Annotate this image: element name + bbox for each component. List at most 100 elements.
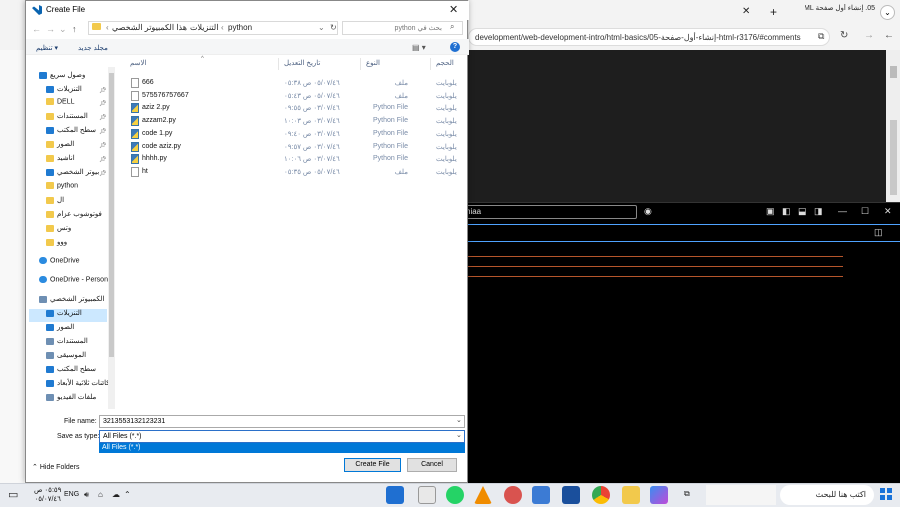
organize-button[interactable]: تنظيم ▾ bbox=[36, 44, 58, 52]
show-hidden-icons[interactable]: ⌃ bbox=[124, 490, 131, 499]
column-separator[interactable] bbox=[430, 58, 431, 70]
panel-left-icon[interactable]: ◧ bbox=[782, 206, 791, 217]
task-view-icon[interactable]: ⧉ bbox=[684, 489, 690, 499]
nav-item[interactable]: المستندات bbox=[29, 337, 107, 350]
up-arrow-icon[interactable]: ↑ bbox=[72, 24, 77, 34]
nav-item[interactable]: فوتوشوب عزام bbox=[29, 210, 107, 223]
breadcrumb-chevron-icon[interactable]: ‹ bbox=[106, 23, 109, 32]
file-row[interactable]: 666 ٠٥/٠٧/٤٦ ص ٠٥:٣٨ ملف يلوبايت bbox=[126, 77, 466, 89]
file-row[interactable]: code aziz.py ٠٣/٠٧/٤٦ ص ٠٩:٥٧ Python File ي… bbox=[126, 141, 466, 153]
nav-item[interactable]: سطح المكتب 📌︎ bbox=[29, 126, 107, 139]
column-separator[interactable] bbox=[360, 58, 361, 70]
layout-icon[interactable]: ▣ bbox=[766, 206, 775, 217]
language-indicator[interactable]: ENG bbox=[64, 491, 79, 498]
refresh-icon[interactable]: ↻ bbox=[330, 23, 337, 32]
nav-item[interactable]: الموسيقى bbox=[29, 351, 107, 364]
file-row[interactable]: azzam2.py ٠٣/٠٧/٤٦ ص ١٠:٠٣ Python File يلوب… bbox=[126, 115, 466, 127]
nav-item[interactable]: الكمبيوتر الشخصي bbox=[29, 295, 107, 308]
breadcrumb-chevron-icon[interactable]: ‹ bbox=[183, 23, 186, 32]
nav-item[interactable]: ال bbox=[29, 196, 107, 209]
copilot-taskbar-icon[interactable] bbox=[650, 486, 668, 504]
clock[interactable]: ٠٥:٥٩ ص ٠٥/٠٧/٤٦ bbox=[34, 486, 61, 504]
nav-item[interactable]: التنزيلات bbox=[29, 309, 107, 322]
panel-right-icon[interactable]: ◨ bbox=[814, 206, 823, 217]
dialog-titlebar[interactable] bbox=[26, 1, 469, 20]
breadcrumb-dropdown-icon[interactable]: ⌄ bbox=[318, 23, 325, 32]
nav-item[interactable]: اناشيد 📌︎ bbox=[29, 154, 107, 167]
nav-item[interactable]: وتس bbox=[29, 224, 107, 237]
nav-item[interactable]: python bbox=[29, 182, 107, 195]
breadcrumb-item[interactable]: هذا الكمبيوتر الشخصي bbox=[112, 23, 187, 32]
file-explorer-taskbar-icon[interactable] bbox=[622, 486, 640, 504]
vscode-taskbar-icon[interactable] bbox=[386, 486, 404, 504]
file-row[interactable]: aziz 2.py ٠٣/٠٧/٤٦ ص ٠٩:٥٥ Python File يلوب… bbox=[126, 102, 466, 114]
browser-tab[interactable]: 05. إنشاء أول صفحة HTML - أسا bbox=[805, 4, 875, 22]
notification-icon[interactable]: ▭ bbox=[8, 488, 18, 501]
file-row[interactable]: hhhh.py ٠٣/٠٧/٤٦ ص ١٠:٠٦ Python File يلوباي… bbox=[126, 153, 466, 165]
chrome-taskbar-icon[interactable] bbox=[592, 486, 610, 504]
dialog-close-icon[interactable]: ✕ bbox=[449, 3, 458, 16]
nav-item[interactable]: ووو bbox=[29, 238, 107, 251]
nav-item[interactable]: التنزيلات 📌︎ bbox=[29, 85, 107, 98]
close-icon[interactable]: ✕ bbox=[884, 206, 892, 217]
breadcrumb-item[interactable]: التنزيلات bbox=[190, 23, 218, 32]
file-row[interactable]: code 1.py ٠٣/٠٧/٤٦ ص ٠٩:٤٠ Python File يلوب… bbox=[126, 128, 466, 140]
file-row[interactable]: 575576757667 ٠٥/٠٧/٤٦ ص ٠٥:٤٣ ملف يلوبايت bbox=[126, 90, 466, 102]
save-type-select[interactable]: All Files (*.*) bbox=[99, 430, 465, 443]
forward-arrow-icon[interactable]: → bbox=[46, 24, 55, 34]
file-name-input[interactable]: 3213553132123231 bbox=[99, 415, 465, 428]
nav-item[interactable]: كائنات ثلاثية الأبعاد bbox=[29, 379, 110, 392]
panel-bottom-icon[interactable]: ⬓ bbox=[798, 206, 807, 217]
column-separator[interactable] bbox=[278, 58, 279, 70]
view-options-icon[interactable]: ▤ ▾ bbox=[412, 43, 426, 52]
network-icon[interactable]: ⌂ bbox=[98, 490, 103, 499]
file-name-dropdown-icon[interactable]: ⌄ bbox=[456, 416, 462, 424]
taskbar-search[interactable]: اكتب هنا للبحث bbox=[780, 485, 874, 505]
breadcrumb-chevron-icon[interactable]: ‹ bbox=[221, 23, 224, 32]
recent-dropdown-icon[interactable]: ⌄ bbox=[59, 24, 67, 35]
new-tab-icon[interactable]: + bbox=[770, 5, 777, 19]
nav-item[interactable]: بيوتر الشخصي 📌︎ bbox=[29, 168, 107, 181]
nav-item[interactable]: DELL 📌︎ bbox=[29, 98, 107, 111]
hide-folders-button[interactable]: ⌃ Hide Folders bbox=[32, 463, 80, 471]
save-type-option[interactable]: All Files (*.*) bbox=[99, 443, 465, 453]
column-date[interactable]: تاريخ التعديل bbox=[284, 59, 320, 67]
back-arrow-icon[interactable]: ← bbox=[32, 24, 41, 34]
nav-item[interactable]: الصور bbox=[29, 323, 107, 336]
cloud-icon[interactable]: ☁︎ bbox=[112, 490, 120, 499]
copy-link-icon[interactable]: ⧉ bbox=[818, 31, 824, 42]
column-size[interactable]: الحجم bbox=[436, 59, 454, 67]
minimize-icon[interactable]: — bbox=[838, 206, 847, 216]
split-editor-icon[interactable]: ◫ bbox=[874, 227, 883, 238]
nav-item[interactable]: سطح المكتب bbox=[29, 365, 107, 378]
nav-item[interactable]: OneDrive bbox=[29, 257, 107, 270]
notepad-taskbar-icon[interactable] bbox=[418, 486, 436, 504]
column-name[interactable]: الاسم bbox=[130, 59, 146, 67]
file-row[interactable]: ht ٠٥/٠٧/٤٦ ص ٠٥:٣٥ ملف يلوبايت bbox=[126, 166, 466, 178]
app-taskbar-icon[interactable] bbox=[504, 486, 522, 504]
create-file-button[interactable]: Create File bbox=[344, 458, 401, 472]
breadcrumb-item[interactable]: python bbox=[228, 23, 252, 32]
store-taskbar-icon[interactable] bbox=[562, 486, 580, 504]
nav-item[interactable]: OneDrive - Person bbox=[29, 276, 108, 289]
tab-close-icon[interactable]: ✕ bbox=[742, 6, 750, 17]
back-icon[interactable]: ← bbox=[884, 30, 894, 41]
nav-scrollbar-thumb[interactable] bbox=[109, 73, 114, 357]
cancel-button[interactable]: Cancel bbox=[407, 458, 457, 472]
terminal-search-input[interactable]: hiaa bbox=[462, 205, 637, 219]
column-type[interactable]: النوع bbox=[366, 59, 380, 67]
search-icon[interactable]: ⌕ bbox=[450, 22, 454, 32]
calculator-taskbar-icon[interactable] bbox=[532, 486, 550, 504]
help-icon[interactable]: ? bbox=[450, 42, 460, 52]
volume-icon[interactable]: 🔊︎ bbox=[84, 490, 89, 500]
whatsapp-taskbar-icon[interactable] bbox=[446, 486, 464, 504]
nav-item[interactable]: وصول سريع bbox=[29, 71, 107, 84]
tab-list-icon[interactable]: ⌄ bbox=[880, 5, 895, 20]
nav-item[interactable]: ملفات الفيديو bbox=[29, 393, 107, 406]
copilot-icon[interactable]: ◉ bbox=[644, 206, 652, 217]
refresh-icon[interactable]: ↻ bbox=[840, 30, 848, 41]
scrollbar-thumb[interactable] bbox=[890, 66, 897, 78]
nav-item[interactable]: الصور 📌︎ bbox=[29, 140, 107, 153]
new-folder-button[interactable]: مجلد جديد bbox=[78, 44, 108, 52]
forward-icon[interactable]: → bbox=[864, 30, 874, 41]
